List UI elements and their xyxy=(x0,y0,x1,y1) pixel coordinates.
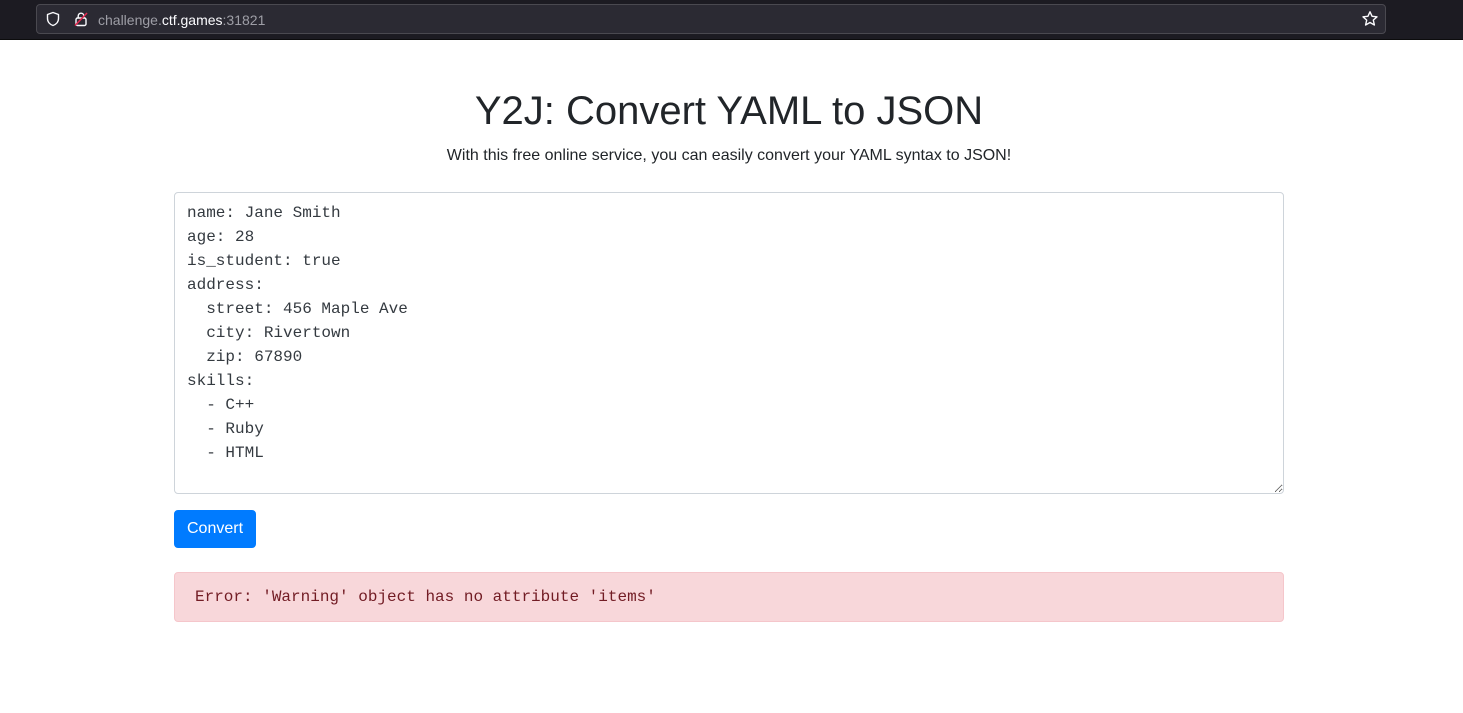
url-text[interactable]: challenge.ctf.games:31821 xyxy=(98,11,265,29)
url-prefix: challenge. xyxy=(98,12,162,28)
page-title: Y2J: Convert YAML to JSON xyxy=(474,89,984,133)
bookmark-star-icon[interactable] xyxy=(1361,10,1379,28)
address-bar[interactable]: challenge.ctf.games:31821 xyxy=(36,4,1386,34)
error-alert: Error: 'Warning' object has no attribute… xyxy=(174,572,1284,622)
browser-toolbar: challenge.ctf.games:31821 xyxy=(0,0,1463,40)
page-content: Y2J: Convert YAML to JSON With this free… xyxy=(0,40,1463,713)
page-subtitle: With this free online service, you can e… xyxy=(446,147,1012,164)
shield-icon[interactable] xyxy=(45,11,61,27)
url-port: :31821 xyxy=(222,12,266,28)
convert-button[interactable]: Convert xyxy=(174,510,256,548)
url-host: ctf.games xyxy=(161,12,223,28)
yaml-input[interactable]: name: Jane Smith age: 28 is_student: tru… xyxy=(174,192,1284,494)
lock-icon[interactable] xyxy=(73,11,89,27)
